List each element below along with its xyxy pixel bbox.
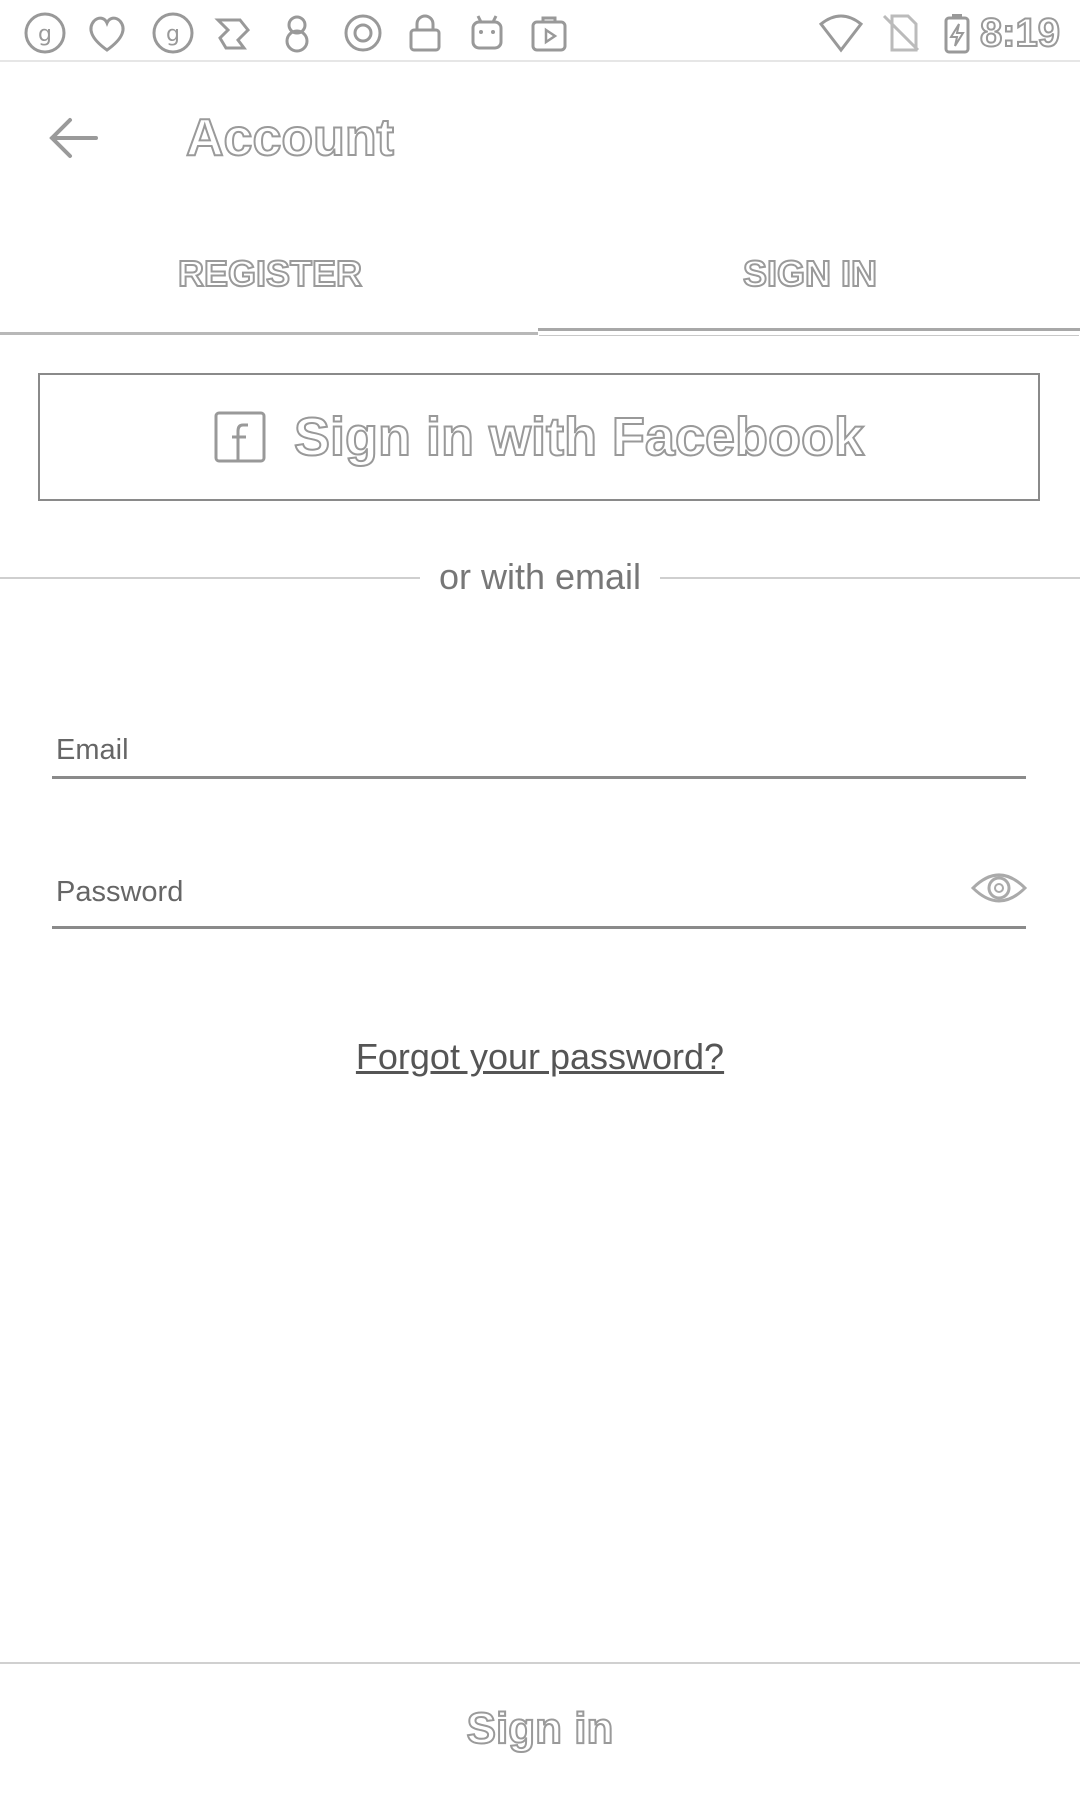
eye-icon[interactable] bbox=[970, 862, 1028, 914]
divider-text: or with email bbox=[438, 556, 642, 597]
sign-in-button[interactable]: Sign in bbox=[0, 1664, 1080, 1794]
tab-selected-indicator bbox=[538, 328, 1080, 331]
no-sim-icon bbox=[878, 10, 924, 56]
password-label: Password bbox=[56, 876, 184, 908]
play-store-icon bbox=[526, 10, 572, 56]
facebook-button-label: Sign in with Facebook bbox=[293, 406, 865, 468]
divider-line bbox=[660, 577, 1080, 579]
android-icon bbox=[464, 10, 510, 56]
g-icon: g bbox=[150, 10, 196, 56]
wifi-icon bbox=[818, 10, 864, 56]
heart-icon bbox=[84, 10, 130, 56]
puzzle-icon bbox=[210, 10, 256, 56]
circle-icon bbox=[340, 10, 386, 56]
forgot-password-link[interactable]: Forgot your password? bbox=[356, 1036, 724, 1077]
status-bar: g g 8:19 bbox=[0, 0, 1080, 62]
eight-icon bbox=[274, 10, 320, 56]
tab-register[interactable]: REGISTER bbox=[0, 238, 540, 328]
tab-sign-in[interactable]: SIGN IN bbox=[540, 238, 1080, 328]
forgot-password-link-row: Forgot your password? bbox=[0, 1036, 1080, 1078]
email-underline bbox=[52, 776, 1026, 779]
svg-text:g: g bbox=[166, 22, 180, 47]
facebook-sign-in-button[interactable]: Sign in with Facebook bbox=[38, 373, 1040, 501]
battery-charging-icon bbox=[934, 10, 980, 56]
password-field[interactable]: Password bbox=[52, 862, 1028, 932]
password-underline bbox=[52, 926, 1026, 929]
divider-line bbox=[0, 577, 420, 579]
email-field[interactable]: Email bbox=[52, 720, 1026, 780]
g-icon: g bbox=[22, 10, 68, 56]
page-title: Account bbox=[185, 108, 395, 168]
lock-icon bbox=[402, 10, 448, 56]
email-label: Email bbox=[56, 734, 129, 766]
svg-text:g: g bbox=[38, 22, 52, 47]
tab-divider bbox=[0, 332, 538, 335]
facebook-icon bbox=[214, 411, 266, 463]
back-arrow-icon[interactable] bbox=[44, 110, 100, 166]
clock: 8:19 bbox=[979, 10, 1061, 56]
